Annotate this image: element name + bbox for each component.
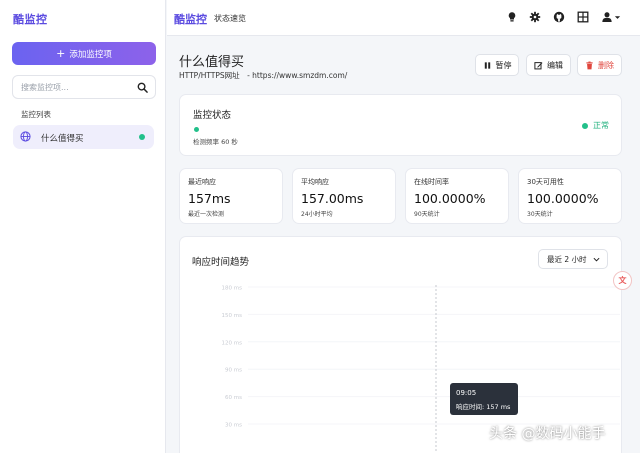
pause-button[interactable]: 暂停 bbox=[475, 54, 519, 76]
gear-icon[interactable] bbox=[529, 11, 541, 23]
sidebar: 酷监控 + 添加监控项 监控列表 什么值得买 bbox=[0, 0, 166, 453]
monitor-subtitle: HTTP/HTTPS网址 - https://www.smzdm.com/ bbox=[179, 70, 347, 81]
time-range-select[interactable]: 最近 2 小时 bbox=[538, 249, 608, 269]
status-heading: 监控状态 bbox=[193, 110, 232, 121]
github-icon[interactable] bbox=[553, 11, 565, 23]
metric-note: 30天统计 bbox=[527, 211, 553, 218]
chevron-down-icon bbox=[593, 257, 600, 262]
globe-icon bbox=[20, 131, 31, 142]
metric-label: 最近响应 bbox=[188, 178, 216, 186]
delete-label: 删除 bbox=[598, 60, 614, 70]
search-input[interactable] bbox=[21, 80, 133, 95]
edit-label: 编辑 bbox=[547, 60, 563, 70]
top-bar: 酷监控 状态速览 bbox=[167, 0, 640, 36]
metric-card-uptime: 在线时间率 100.0000% 90天统计 bbox=[405, 168, 509, 224]
watermark: 头条 @数码小能手 bbox=[489, 426, 606, 442]
metric-card-availability: 30天可用性 100.0000% 30天统计 bbox=[518, 168, 622, 224]
metric-value: 157.00ms bbox=[301, 191, 364, 206]
status-overview-link[interactable]: 状态速览 bbox=[214, 13, 246, 24]
y-axis-tick-label: 90 ms bbox=[225, 368, 242, 374]
trash-icon bbox=[586, 61, 593, 69]
grid-icon[interactable] bbox=[577, 11, 589, 23]
check-frequency: 检测频率 60 秒 bbox=[193, 138, 238, 146]
tooltip-value: 响应时间: 157 ms bbox=[456, 403, 511, 411]
user-icon[interactable] bbox=[601, 11, 613, 23]
monitor-url: - https://www.smzdm.com/ bbox=[247, 71, 348, 80]
sidebar-item-label: 什么值得买 bbox=[41, 134, 84, 144]
response-chart-card: 响应时间趋势 最近 2 小时 180 ms 150 ms 120 ms 90 ms 60… bbox=[179, 236, 622, 453]
brand-logo[interactable]: 酷监控 bbox=[13, 11, 48, 27]
metric-card-average: 平均响应 157.00ms 24小时平均 bbox=[292, 168, 396, 224]
metric-note: 24小时平均 bbox=[301, 211, 333, 218]
status-text: 正常 bbox=[593, 121, 609, 130]
delete-button[interactable]: 删除 bbox=[577, 54, 622, 76]
metric-label: 平均响应 bbox=[301, 178, 329, 186]
add-monitor-button[interactable]: + 添加监控项 bbox=[12, 42, 156, 65]
search-box bbox=[12, 75, 156, 99]
y-axis-tick-label: 120 ms bbox=[222, 340, 243, 346]
tooltip-time: 09:05 bbox=[456, 389, 477, 397]
metric-note: 最近一次检测 bbox=[188, 211, 225, 218]
search-icon[interactable] bbox=[137, 82, 148, 93]
status-badge: 正常 bbox=[582, 120, 609, 131]
metric-value: 100.0000% bbox=[414, 191, 486, 206]
bulb-icon[interactable] bbox=[506, 11, 518, 23]
metric-note: 90天统计 bbox=[414, 211, 440, 218]
chevron-down-icon[interactable] bbox=[614, 14, 621, 21]
status-dot bbox=[139, 134, 145, 140]
metric-value: 157ms bbox=[188, 191, 231, 206]
y-axis-tick-label: 30 ms bbox=[225, 423, 242, 429]
pause-label: 暂停 bbox=[495, 60, 512, 70]
metric-card-latest: 最近响应 157ms 最近一次检测 bbox=[179, 168, 283, 224]
metric-value: 100.0000% bbox=[527, 191, 599, 206]
metric-label: 在线时间率 bbox=[414, 178, 449, 186]
translate-icon[interactable]: 文 bbox=[613, 271, 632, 290]
y-axis-tick-label: 150 ms bbox=[222, 313, 243, 319]
top-logo[interactable]: 酷监控 bbox=[174, 11, 207, 27]
page-title: 什么值得买 bbox=[179, 55, 245, 70]
time-range-value: 最近 2 小时 bbox=[547, 254, 587, 264]
sidebar-item-smzdm[interactable]: 什么值得买 bbox=[13, 125, 154, 149]
edit-button[interactable]: 编辑 bbox=[526, 54, 571, 76]
add-monitor-label: 添加监控项 bbox=[69, 49, 112, 60]
monitor-list-label: 监控列表 bbox=[21, 110, 51, 119]
status-indicator bbox=[582, 122, 588, 129]
status-dot bbox=[194, 127, 199, 132]
monitor-protocol: HTTP/HTTPS网址 bbox=[179, 71, 240, 80]
status-card: 监控状态 检测频率 60 秒 正常 bbox=[179, 94, 622, 156]
main-content: 什么值得买 HTTP/HTTPS网址 - https://www.smzdm.c… bbox=[167, 37, 640, 453]
chart-heading: 响应时间趋势 bbox=[192, 257, 250, 268]
y-axis-tick-label: 60 ms bbox=[225, 395, 242, 401]
metric-label: 30天可用性 bbox=[527, 178, 564, 186]
pause-icon bbox=[484, 61, 490, 69]
edit-icon bbox=[534, 61, 543, 69]
chart-tooltip: 09:05 响应时间: 157 ms bbox=[450, 383, 518, 415]
y-axis-tick-label: 180 ms bbox=[222, 286, 243, 292]
plus-icon: + bbox=[56, 47, 66, 60]
